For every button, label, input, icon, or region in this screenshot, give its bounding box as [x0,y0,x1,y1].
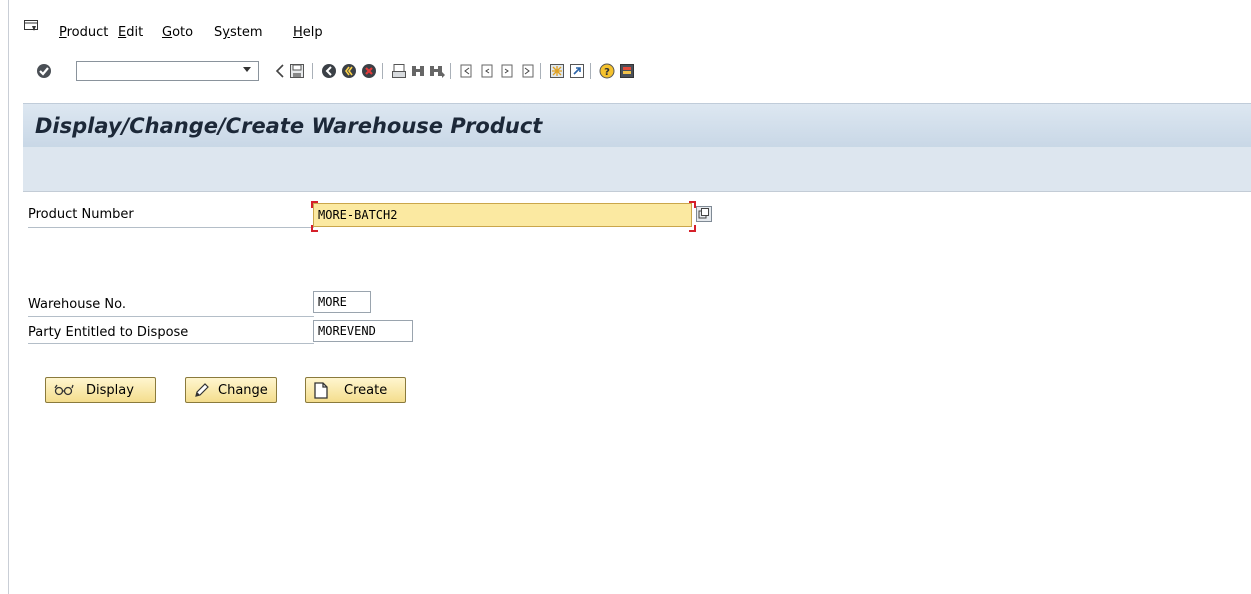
menu-edit[interactable]: Edit [118,25,143,40]
create-button-label: Create [344,382,388,398]
back-nav-icon[interactable] [320,62,338,80]
command-dropdown-icon[interactable] [243,67,251,72]
exit-icon[interactable] [340,62,358,80]
required-marker [689,225,696,232]
display-button[interactable]: Display [45,377,156,403]
cancel-icon[interactable] [360,62,378,80]
find-icon[interactable] [409,62,427,80]
menu-system[interactable]: System [214,25,263,40]
menu-bar: Product Edit Goto System Help [9,0,1251,48]
product-number-label: Product Number [28,207,134,222]
command-field[interactable] [76,61,259,81]
enter-icon[interactable] [35,62,53,80]
create-button[interactable]: Create [305,377,406,403]
menu-product[interactable]: Product [59,25,108,40]
system-menu-icon[interactable] [24,20,38,32]
first-page-icon[interactable] [458,62,476,80]
change-button-label: Change [218,382,268,398]
value-help-icon[interactable] [696,206,712,222]
menu-goto[interactable]: Goto [162,25,193,40]
party-entitled-input[interactable] [313,320,413,342]
new-session-icon[interactable] [548,62,566,80]
change-button[interactable]: Change [185,377,277,403]
prev-page-icon[interactable] [478,62,496,80]
display-button-label: Display [86,382,134,398]
pencil-icon [194,382,210,398]
customize-layout-icon[interactable] [618,62,636,80]
warehouse-no-underline [28,316,314,317]
warehouse-no-input[interactable] [313,291,371,313]
menu-help[interactable]: Help [293,25,323,40]
save-icon[interactable] [288,62,306,80]
print-icon[interactable] [390,62,408,80]
last-page-icon[interactable] [518,62,536,80]
standard-toolbar: ? [9,57,1251,87]
shortcut-icon[interactable] [568,62,586,80]
find-next-icon[interactable] [428,62,446,80]
party-entitled-underline [28,343,314,344]
glasses-icon [54,383,74,397]
product-number-input[interactable] [313,203,692,227]
application-toolbar [23,147,1251,192]
next-page-icon[interactable] [498,62,516,80]
new-document-icon [314,381,328,399]
warehouse-no-label: Warehouse No. [28,297,126,312]
help-icon[interactable]: ? [598,62,616,80]
page-title: Display/Change/Create Warehouse Product [35,114,543,138]
svg-text:?: ? [604,67,610,78]
left-frame-border [0,0,9,594]
required-marker [689,201,696,208]
product-number-underline [28,227,314,228]
required-marker [311,201,318,208]
party-entitled-label: Party Entitled to Dispose [28,325,189,340]
selection-form: Product Number Warehouse No. Party Entit… [23,192,1251,594]
back-icon[interactable] [271,62,289,80]
screen-title-bar: Display/Change/Create Warehouse Product [23,103,1251,148]
required-marker [311,225,318,232]
